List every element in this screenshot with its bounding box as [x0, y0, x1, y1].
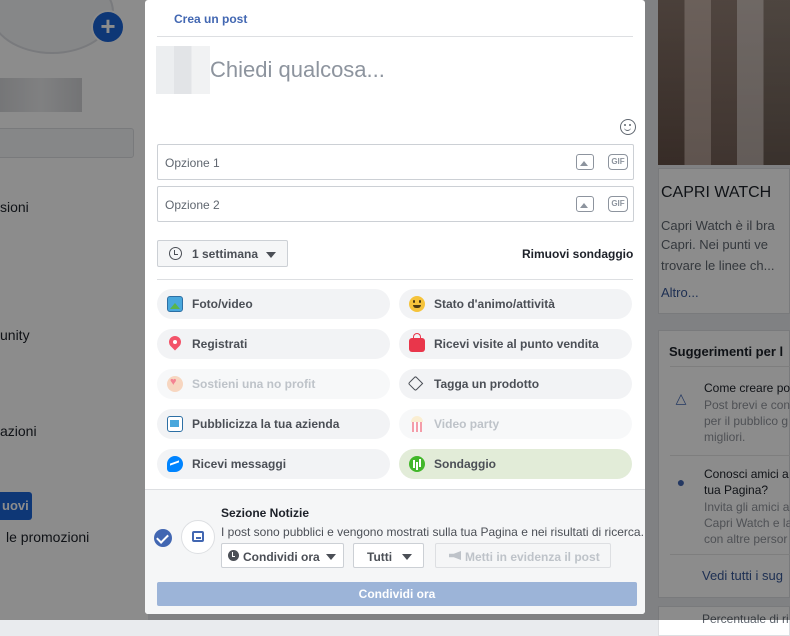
poll-icon — [409, 456, 425, 472]
action-label: Ricevi visite al punto vendita — [434, 337, 599, 351]
action-check-in[interactable]: Registrati — [157, 329, 390, 359]
chevron-down-icon — [266, 252, 276, 258]
boost-post-button: Metti in evidenza il post — [435, 543, 611, 568]
action-label: Foto/video — [192, 297, 253, 311]
shopping-bag-icon — [409, 333, 425, 352]
remove-poll-link[interactable]: Rimuovi sondaggio — [522, 247, 633, 261]
action-video-party: Video party — [399, 409, 632, 439]
poll-option-field[interactable]: Opzione 2 GIF — [157, 186, 634, 222]
image-icon[interactable] — [576, 196, 594, 212]
action-label: Pubblicizza la tua azienda — [192, 417, 340, 431]
action-promote-business[interactable]: Pubblicizza la tua azienda — [157, 409, 390, 439]
advertise-icon — [167, 416, 183, 432]
share-now-dropdown[interactable]: Condividi ora — [221, 543, 344, 568]
duration-label: 1 settimana — [192, 247, 259, 261]
action-support-nonprofit: Sostieni una no profit — [157, 369, 390, 399]
create-post-dialog: Crea un post Chiedi qualcosa... Opzione … — [145, 0, 645, 614]
option-placeholder: Opzione 1 — [165, 156, 220, 170]
action-label: Ricevi messaggi — [192, 457, 287, 471]
poll-duration-dropdown[interactable]: 1 settimana — [157, 240, 288, 267]
megaphone-icon — [449, 551, 461, 560]
clock-icon — [228, 550, 239, 561]
action-label: Video party — [434, 417, 500, 431]
action-label: Registrati — [192, 337, 248, 351]
news-feed-icon — [181, 520, 215, 554]
news-feed-description: I post sono pubblici e vengono mostrati … — [221, 525, 644, 539]
chevron-down-icon — [326, 554, 336, 560]
clock-icon — [169, 247, 182, 260]
dialog-header: Crea un post — [145, 0, 645, 38]
dialog-footer: Sezione Notizie I post sono pubblici e v… — [145, 489, 645, 614]
audience-label: Tutti — [367, 550, 393, 564]
action-poll[interactable]: Sondaggio — [399, 449, 632, 479]
emoji-icon[interactable] — [620, 119, 636, 135]
smile-icon — [409, 296, 425, 312]
donation-heart-icon — [167, 376, 183, 392]
share-now-button[interactable]: Condividi ora — [157, 582, 637, 606]
action-label: Sostieni una no profit — [192, 377, 316, 391]
action-tag-product[interactable]: Tagga un prodotto — [399, 369, 632, 399]
location-pin-icon — [167, 336, 183, 352]
divider — [157, 36, 633, 37]
messenger-icon — [167, 456, 183, 472]
avatar — [156, 46, 210, 94]
news-feed-title: Sezione Notizie — [221, 506, 310, 520]
audience-dropdown[interactable]: Tutti — [353, 543, 424, 568]
poll-question-input[interactable]: Chiedi qualcosa... — [210, 57, 385, 83]
checkmark-icon[interactable] — [154, 529, 172, 547]
action-label: Stato d'animo/attività — [434, 297, 555, 311]
action-store-visits[interactable]: Ricevi visite al punto vendita — [399, 329, 632, 359]
share-now-label: Condividi ora — [243, 550, 320, 564]
tag-icon — [409, 376, 425, 392]
action-label: Sondaggio — [434, 457, 496, 471]
option-placeholder: Opzione 2 — [165, 198, 220, 212]
poll-option-field[interactable]: Opzione 1 GIF — [157, 144, 634, 180]
popcorn-icon — [409, 416, 425, 432]
boost-label: Metti in evidenza il post — [465, 550, 600, 564]
image-icon[interactable] — [576, 154, 594, 170]
photo-icon — [167, 296, 183, 312]
action-get-messages[interactable]: Ricevi messaggi — [157, 449, 390, 479]
action-feeling-activity[interactable]: Stato d'animo/attività — [399, 289, 632, 319]
action-label: Tagga un prodotto — [434, 377, 540, 391]
action-photo-video[interactable]: Foto/video — [157, 289, 390, 319]
chevron-down-icon — [402, 554, 412, 560]
gif-icon[interactable]: GIF — [608, 154, 628, 170]
share-now-button-label: Condividi ora — [358, 587, 436, 601]
gif-icon[interactable]: GIF — [608, 196, 628, 212]
divider — [157, 279, 633, 280]
dialog-title-tab[interactable]: Crea un post — [174, 12, 247, 26]
